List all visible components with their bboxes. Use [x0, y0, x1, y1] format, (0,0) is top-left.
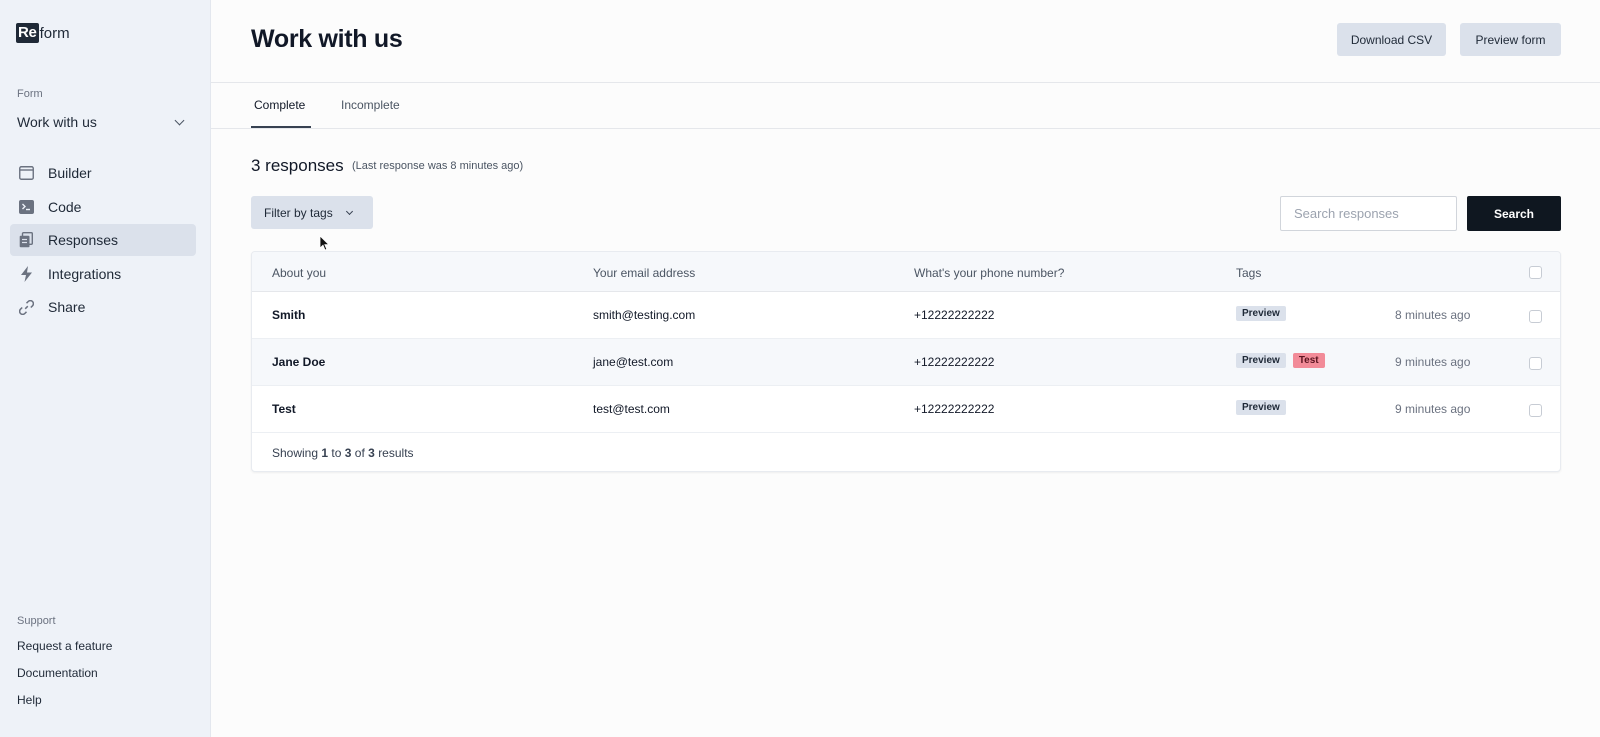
cell-phone: +12222222222: [914, 402, 995, 416]
tab-bar: Complete Incomplete: [211, 83, 1600, 129]
reform-logo[interactable]: Re form: [16, 23, 70, 43]
filter-label: Filter by tags: [264, 205, 333, 220]
pagination-to: 3: [344, 446, 352, 460]
sidebar-item-code[interactable]: Code: [10, 191, 196, 223]
page-header: Work with us Download CSV Preview form: [211, 0, 1600, 83]
sidebar: Re form Form Work with us Builder Code R…: [0, 0, 211, 737]
cell-tags: Preview Test: [1236, 353, 1325, 368]
cell-name: Test: [272, 402, 296, 416]
search-responses-input[interactable]: [1280, 196, 1457, 231]
terminal-icon: [18, 199, 34, 215]
search-button[interactable]: Search: [1467, 196, 1561, 231]
link-icon: [18, 299, 34, 315]
cell-tags: Preview: [1236, 306, 1286, 321]
tab-incomplete[interactable]: Incomplete: [341, 98, 400, 112]
preview-form-button[interactable]: Preview form: [1460, 23, 1561, 56]
form-selector-value: Work with us: [17, 114, 97, 130]
active-tab-indicator: [251, 126, 311, 128]
cell-email: test@test.com: [593, 402, 670, 416]
pagination-prefix: Showing: [272, 446, 319, 460]
tag-test: Test: [1292, 353, 1325, 368]
cell-time: 9 minutes ago: [1395, 402, 1471, 416]
sidebar-nav: Builder Code Responses Integrations Shar…: [10, 157, 196, 325]
last-response-note: (Last response was 8 minutes ago): [352, 160, 524, 172]
cell-email: smith@testing.com: [593, 308, 696, 322]
request-feature-link[interactable]: Request a feature: [17, 637, 112, 664]
pagination-total: 3: [368, 446, 375, 460]
pagination-to-word: to: [331, 446, 342, 460]
table-row[interactable]: Test test@test.com +12222222222 Preview …: [252, 386, 1560, 433]
page-title: Work with us: [251, 25, 403, 53]
help-link[interactable]: Help: [17, 691, 112, 718]
tag-preview: Preview: [1236, 306, 1286, 321]
sidebar-item-label: Code: [48, 198, 82, 215]
select-all-checkbox[interactable]: [1529, 266, 1542, 279]
row-checkbox[interactable]: [1529, 357, 1542, 370]
column-header-about-you: About you: [272, 266, 327, 280]
documents-icon: [18, 232, 34, 248]
sidebar-item-responses[interactable]: Responses: [10, 224, 196, 256]
form-selector[interactable]: Work with us: [17, 111, 189, 133]
cell-email: jane@test.com: [593, 355, 674, 369]
download-csv-button[interactable]: Download CSV: [1337, 23, 1446, 56]
cell-name: Jane Doe: [272, 355, 326, 369]
cell-name: Smith: [272, 308, 306, 322]
pagination-summary: Showing 1 to 3 of 3 results: [272, 446, 414, 460]
tab-complete[interactable]: Complete: [254, 98, 305, 112]
mouse-cursor-icon: [319, 235, 330, 256]
cell-phone: +12222222222: [914, 355, 995, 369]
sidebar-item-share[interactable]: Share: [10, 291, 196, 323]
cell-tags: Preview: [1236, 400, 1286, 415]
cell-phone: +12222222222: [914, 308, 995, 322]
documentation-link[interactable]: Documentation: [17, 664, 112, 691]
cell-time: 9 minutes ago: [1395, 355, 1471, 369]
sidebar-item-label: Responses: [48, 232, 119, 248]
pagination-of-word: of: [354, 446, 365, 460]
column-header-email: Your email address: [593, 266, 696, 280]
chevron-down-icon: [345, 207, 353, 215]
sidebar-item-builder[interactable]: Builder: [10, 157, 196, 189]
sidebar-item-label: Integrations: [48, 265, 122, 282]
chevron-down-icon: [174, 115, 185, 125]
column-header-phone: What's your phone number?: [914, 266, 1065, 280]
row-checkbox[interactable]: [1529, 404, 1542, 417]
logo-text: form: [39, 24, 70, 42]
table-header: About you Your email address What's your…: [252, 252, 1560, 292]
column-header-tags: Tags: [1236, 266, 1262, 280]
support-label: Support: [17, 615, 56, 627]
tag-preview: Preview: [1236, 353, 1286, 368]
window-icon: [18, 165, 34, 181]
sidebar-item-label: Share: [48, 299, 86, 315]
pagination-from: 1: [321, 446, 329, 460]
lightning-icon: [18, 265, 34, 282]
support-links: Request a feature Documentation Help: [17, 637, 112, 718]
table-row[interactable]: Jane Doe jane@test.com +12222222222 Prev…: [252, 339, 1560, 386]
tag-preview: Preview: [1236, 400, 1286, 415]
logo-box: Re: [16, 23, 39, 43]
form-label: Form: [17, 88, 43, 100]
sidebar-item-label: Builder: [48, 165, 92, 181]
pagination-suffix: results: [378, 446, 414, 460]
filter-by-tags-button[interactable]: Filter by tags: [251, 196, 373, 229]
table-row[interactable]: Smith smith@testing.com +12222222222 Pre…: [252, 292, 1560, 339]
responses-table: About you Your email address What's your…: [251, 251, 1561, 472]
responses-count: 3 responses: [251, 156, 344, 175]
cell-time: 8 minutes ago: [1395, 308, 1471, 322]
row-checkbox[interactable]: [1529, 310, 1542, 323]
sidebar-item-integrations[interactable]: Integrations: [10, 258, 196, 290]
